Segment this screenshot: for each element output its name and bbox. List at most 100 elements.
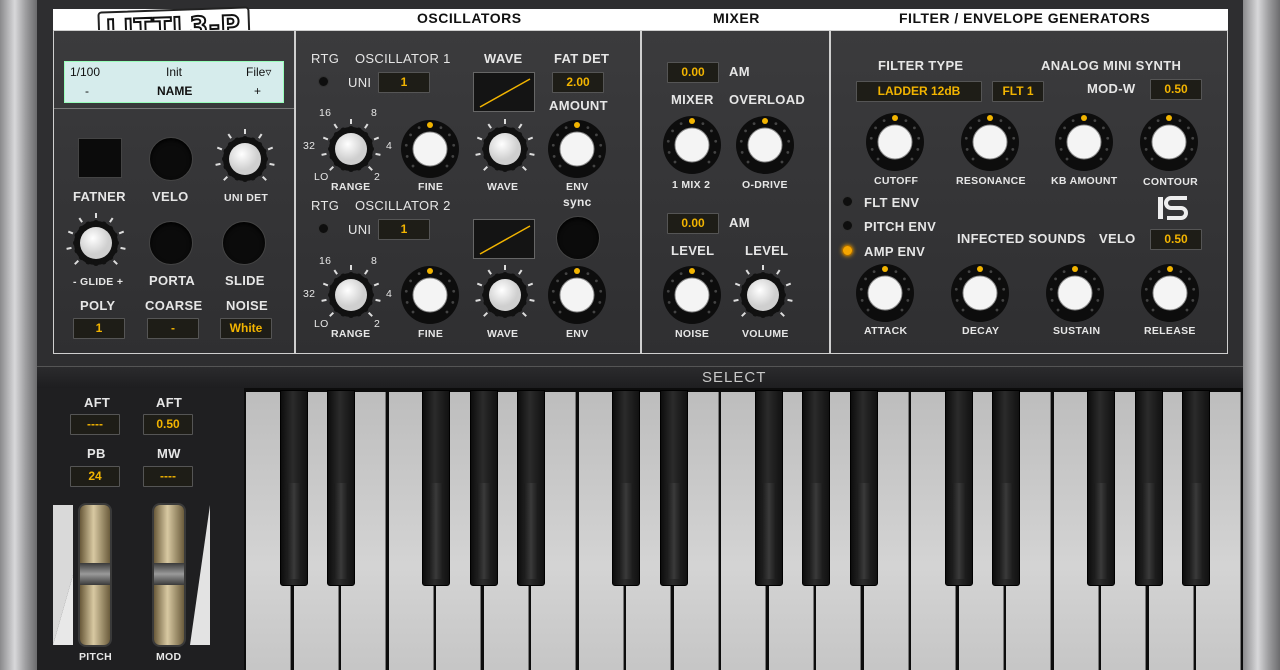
black-key[interactable] xyxy=(944,390,973,586)
preset-next-button[interactable]: + xyxy=(254,84,261,98)
decay-label: DECAY xyxy=(962,325,1000,337)
black-key[interactable] xyxy=(517,390,545,586)
noise-type-value[interactable]: White xyxy=(220,318,272,339)
fatner-button[interactable] xyxy=(78,138,122,178)
preset-name[interactable]: NAME xyxy=(157,84,192,98)
env-amount-knob[interactable] xyxy=(545,117,609,181)
black-key[interactable] xyxy=(422,390,450,586)
pitch-label: PITCH xyxy=(79,651,112,663)
synth-window: LITTL3-P OSCILLATORS MIXER FILTER / ENVE… xyxy=(0,0,1280,670)
am2-value[interactable]: 0.00 xyxy=(667,213,719,234)
noise-type-label: NOISE xyxy=(226,298,268,313)
sustain-knob[interactable] xyxy=(1043,261,1107,325)
black-key[interactable] xyxy=(754,390,783,586)
select-label: SELECT xyxy=(702,369,767,386)
volume-knob[interactable] xyxy=(731,263,795,327)
select-bar[interactable]: SELECT xyxy=(37,366,1243,388)
osc2-env-label: ENV xyxy=(566,328,589,340)
velo-button[interactable] xyxy=(149,137,193,181)
poly-label: POLY xyxy=(80,298,116,313)
pitch-env-led[interactable] xyxy=(842,220,853,231)
filter-type-value[interactable]: LADDER 12dB xyxy=(856,81,982,102)
osc2-range-knob[interactable] xyxy=(319,263,383,327)
osc2-fine-knob[interactable] xyxy=(398,263,462,327)
poly-value[interactable]: 1 xyxy=(73,318,125,339)
pitch-wheel[interactable] xyxy=(80,505,110,645)
fat-det-value[interactable]: 2.00 xyxy=(552,72,604,93)
black-key[interactable] xyxy=(1134,390,1163,586)
osc2-range-label: RANGE xyxy=(331,328,371,340)
black-key[interactable] xyxy=(1087,390,1115,586)
aft2-label: AFT xyxy=(156,395,183,410)
decay-knob[interactable] xyxy=(948,261,1012,325)
sync-button[interactable] xyxy=(556,216,600,260)
osc1-fine-knob[interactable] xyxy=(398,117,462,181)
filter-select-value[interactable]: FLT 1 xyxy=(992,81,1044,102)
porta-button[interactable] xyxy=(149,221,193,265)
osc1-fine-label: FINE xyxy=(418,181,444,193)
cutoff-label: CUTOFF xyxy=(874,175,919,187)
amp-env-led[interactable] xyxy=(842,245,853,256)
mod-w-label: MOD-W xyxy=(1087,81,1136,96)
mod-w-value[interactable]: 0.50 xyxy=(1150,79,1202,100)
osc1-range-knob[interactable] xyxy=(319,117,383,181)
osc1-wave-knob[interactable] xyxy=(473,117,537,181)
slide-button[interactable] xyxy=(222,221,266,265)
fat-det-label: FAT DET xyxy=(554,51,610,66)
am1-value[interactable]: 0.00 xyxy=(667,62,719,83)
osc2-uni-value[interactable]: 1 xyxy=(378,219,430,240)
preset-index: 1/100 xyxy=(70,65,101,79)
black-key[interactable] xyxy=(802,390,830,586)
osc1-uni-value[interactable]: 1 xyxy=(378,72,430,93)
black-key[interactable] xyxy=(612,390,640,586)
filter-type-label: FILTER TYPE xyxy=(878,58,964,73)
black-key[interactable] xyxy=(849,390,878,586)
osc2-env-knob[interactable] xyxy=(545,263,609,327)
osc2-rtg-led[interactable] xyxy=(318,223,329,234)
cutoff-knob[interactable] xyxy=(863,110,927,174)
mod-wheel[interactable] xyxy=(154,505,184,645)
black-key[interactable] xyxy=(279,390,308,586)
coarse-value[interactable]: - xyxy=(147,318,199,339)
pb-value[interactable]: 24 xyxy=(70,466,120,487)
uni-det-knob[interactable] xyxy=(213,127,277,191)
aft1-value[interactable]: ---- xyxy=(70,414,120,435)
kb-amount-label: KB AMOUNT xyxy=(1051,175,1118,187)
mod-label: MOD xyxy=(156,651,182,663)
file-menu[interactable]: File▿ xyxy=(246,65,271,79)
glide-knob[interactable] xyxy=(64,211,128,275)
sustain-label: SUSTAIN xyxy=(1053,325,1101,337)
release-knob[interactable] xyxy=(1138,261,1202,325)
resonance-knob[interactable] xyxy=(958,110,1022,174)
osc1-wave-display[interactable] xyxy=(473,72,535,112)
osc1-rtg-led[interactable] xyxy=(318,76,329,87)
noise-label: NOISE xyxy=(675,328,710,340)
osc2-wave-knob[interactable] xyxy=(473,263,537,327)
contour-knob[interactable] xyxy=(1137,110,1201,174)
velo-env-value[interactable]: 0.50 xyxy=(1150,229,1202,250)
osc2-wave-display[interactable] xyxy=(473,219,535,259)
mix-knob[interactable] xyxy=(660,113,724,177)
velo-label: VELO xyxy=(152,189,189,204)
preset-prev-button[interactable]: - xyxy=(85,84,89,98)
black-key[interactable] xyxy=(327,390,355,586)
attack-knob[interactable] xyxy=(853,261,917,325)
black-key[interactable] xyxy=(469,390,498,586)
mw-value[interactable]: ---- xyxy=(143,466,193,487)
brand-label: INFECTED SOUNDS xyxy=(957,231,1086,246)
black-key[interactable] xyxy=(1182,390,1210,586)
odrive-knob[interactable] xyxy=(733,113,797,177)
kb-amount-knob[interactable] xyxy=(1052,110,1116,174)
env-label: ENV xyxy=(566,181,589,193)
osc1-label: OSCILLATOR 1 xyxy=(355,51,451,66)
sync-label: sync xyxy=(563,195,592,209)
black-key[interactable] xyxy=(659,390,688,586)
flt-env-led[interactable] xyxy=(842,196,853,207)
amp-env-label: AMP ENV xyxy=(864,244,926,259)
noise-knob[interactable] xyxy=(660,263,724,327)
odrive-label: O-DRIVE xyxy=(742,179,788,191)
black-key[interactable] xyxy=(992,390,1020,586)
filter-envelope-header: FILTER / ENVELOPE GENERATORS xyxy=(899,10,1151,26)
aft2-value[interactable]: 0.50 xyxy=(143,414,193,435)
osc2-fine-label: FINE xyxy=(418,328,444,340)
